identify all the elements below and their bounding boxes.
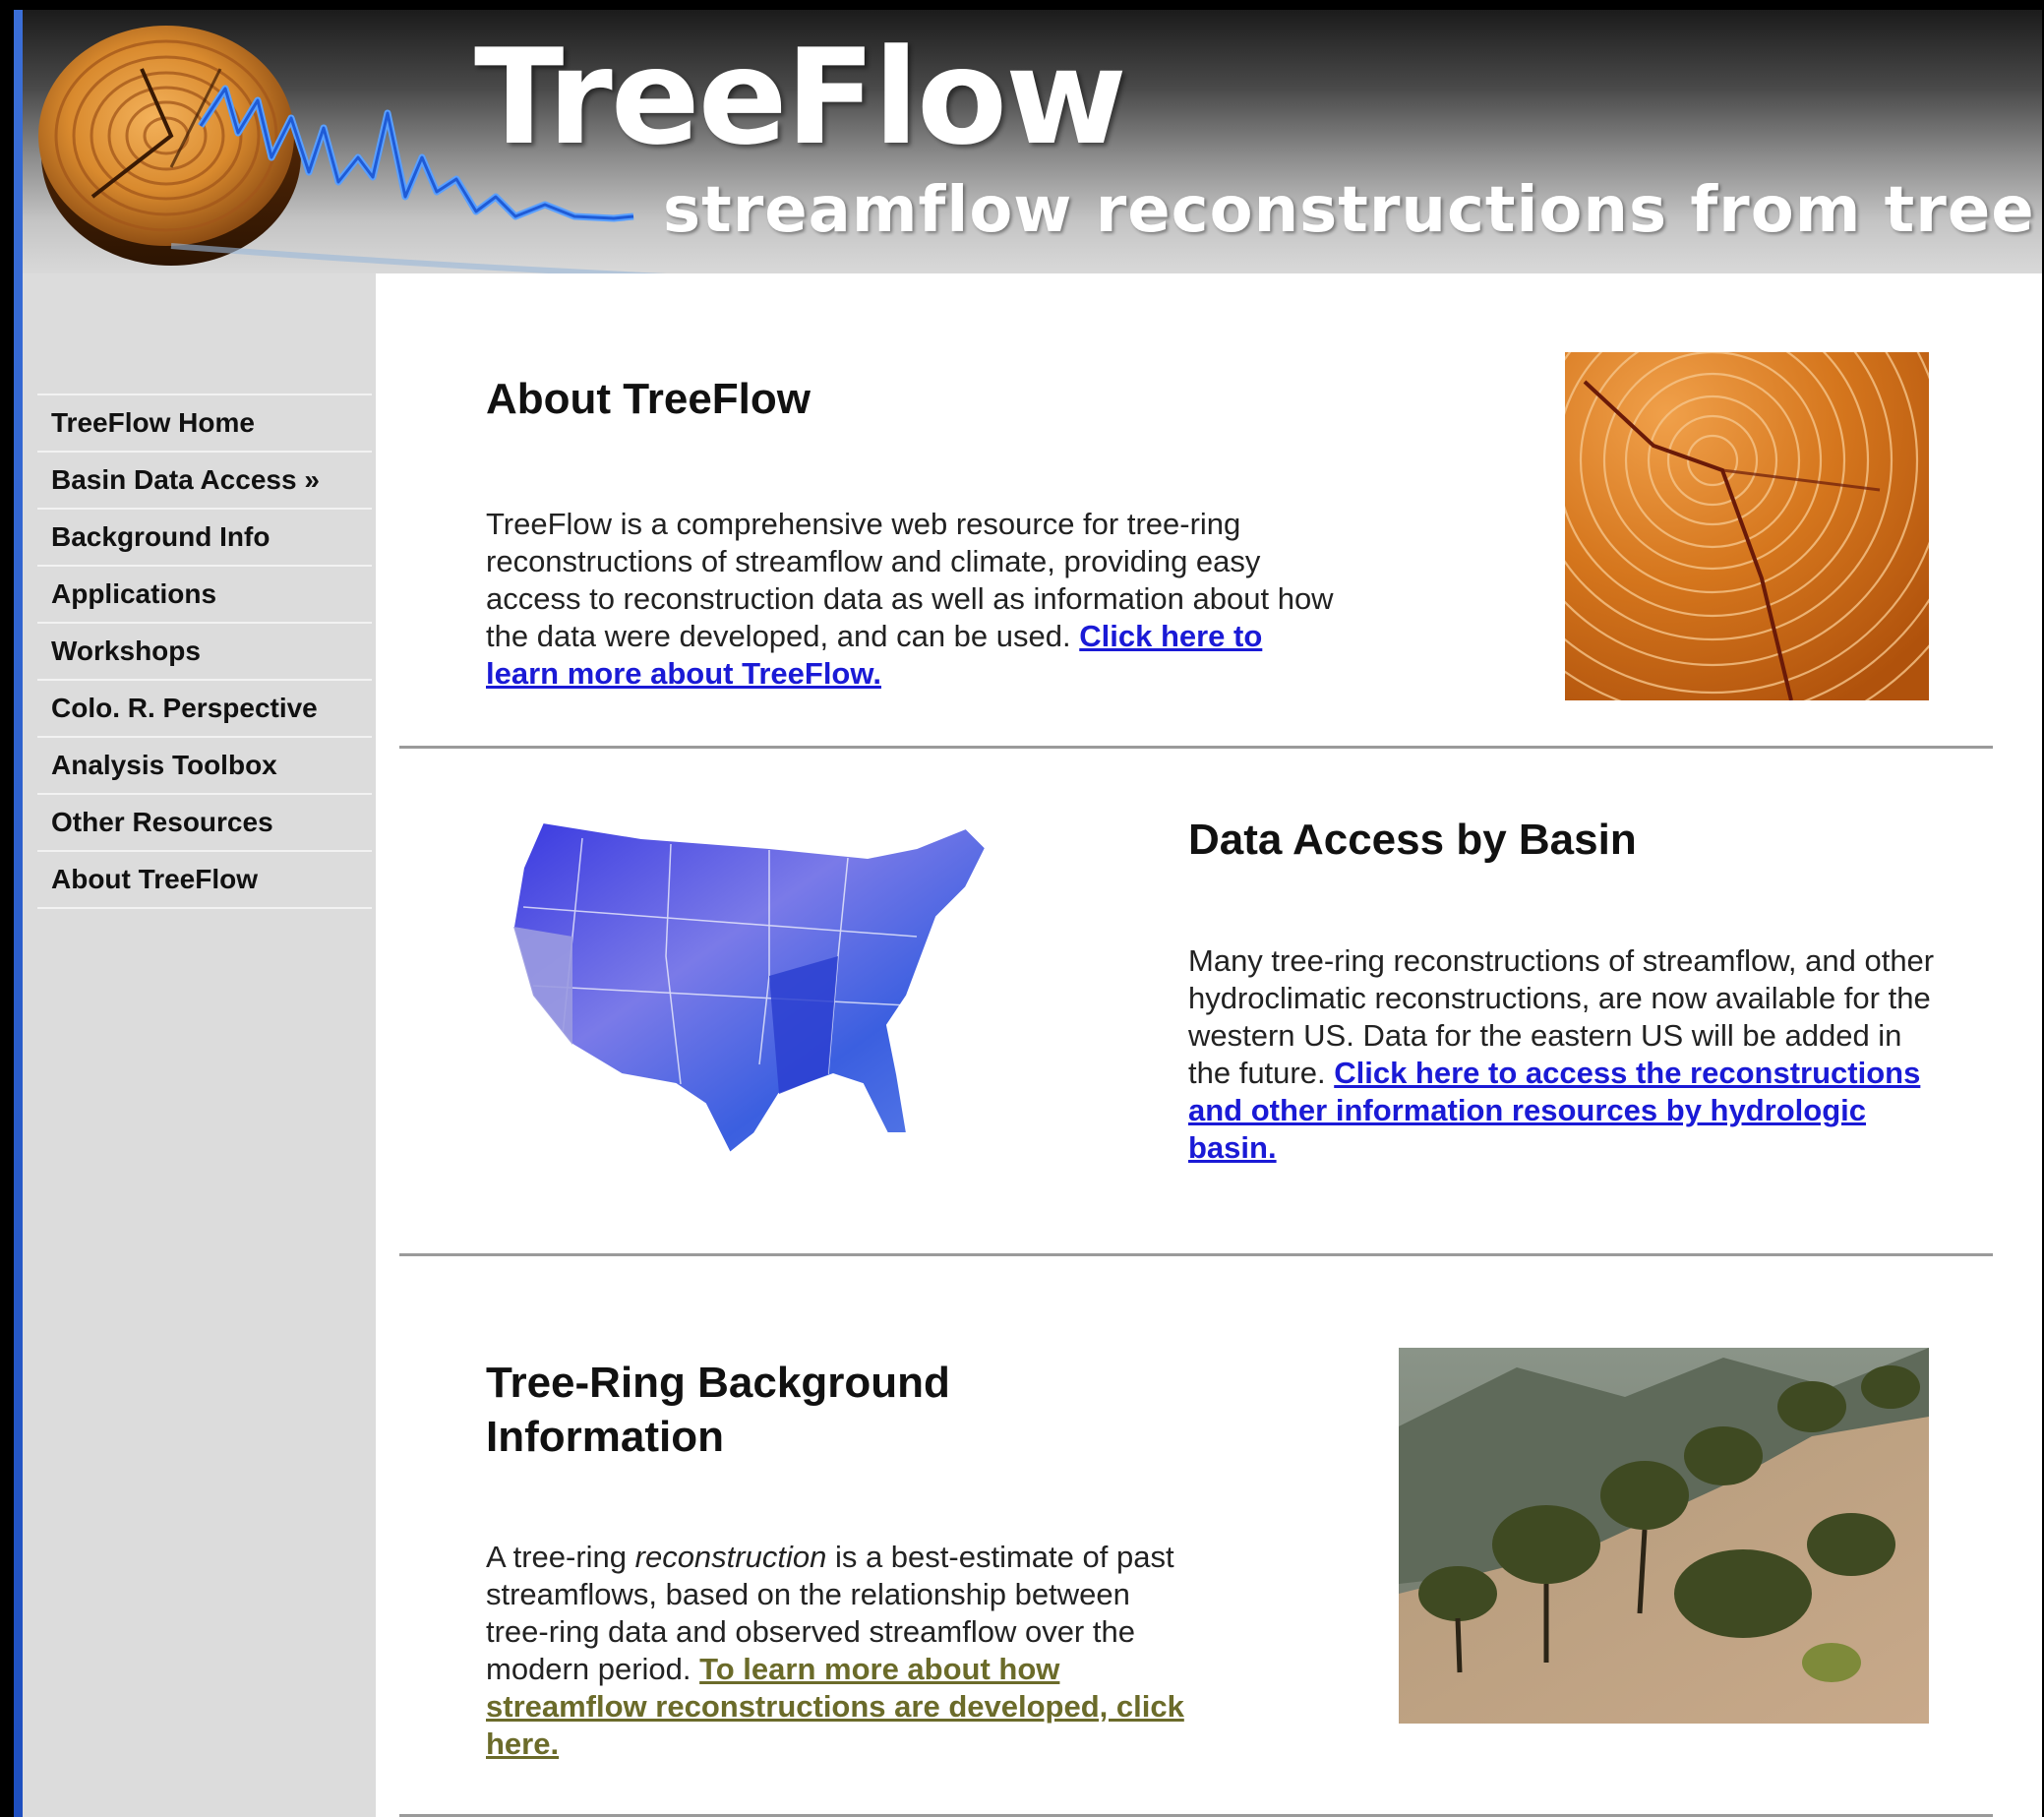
us-basin-map[interactable] [474,809,1025,1182]
sidebar-item-background-info[interactable]: Background Info [37,508,372,565]
sidebar-item-treeflow-home[interactable]: TreeFlow Home [37,394,372,451]
sidebar-item-basin-data-access[interactable]: Basin Data Access » [37,451,372,508]
about-title: About TreeFlow [486,375,811,423]
sidebar-item-colo-r-perspective[interactable]: Colo. R. Perspective [37,679,372,736]
background-body-italic: reconstruction [634,1540,827,1574]
background-body-start: A tree-ring [486,1540,635,1574]
site-header: TreeFlow streamflow reconstructions from… [14,10,2042,273]
site-title: TreeFlow [474,21,1127,174]
sidebar-item-about-treeflow[interactable]: About TreeFlow [37,850,372,909]
about-section: About TreeFlow TreeFlow is a comprehensi… [376,273,2042,746]
sidebar-nav: TreeFlow Home Basin Data Access » Backgr… [37,394,372,909]
section-divider [399,1253,1993,1256]
background-text: A tree-ring reconstruction is a best-est… [486,1539,1194,1763]
about-text: TreeFlow is a comprehensive web resource… [486,506,1342,693]
data-access-text: Many tree-ring reconstructions of stream… [1188,942,1946,1167]
page-frame: TreeFlow streamflow reconstructions from… [14,10,2042,1817]
background-title: Tree-Ring Background Information [486,1359,950,1461]
tree-ring-cross-section-photo [1565,352,1929,700]
sidebar-item-workshops[interactable]: Workshops [37,622,372,679]
sidebar-item-analysis-toolbox[interactable]: Analysis Toolbox [37,736,372,793]
window-left-edge [14,10,23,1817]
background-section: Tree-Ring Background Information A tree-… [376,1257,2042,1817]
sidebar-item-other-resources[interactable]: Other Resources [37,793,372,850]
section-divider [399,746,1993,749]
data-access-section: Data Access by Basin Many tree-ring reco… [376,750,2042,1242]
site-tagline: streamflow reconstructions from tree rin… [663,174,2042,247]
main-content: About TreeFlow TreeFlow is a comprehensi… [376,273,2042,1817]
data-access-title: Data Access by Basin [1188,816,1637,864]
mountain-trees-photo [1399,1348,1929,1724]
sidebar-item-applications[interactable]: Applications [37,565,372,622]
